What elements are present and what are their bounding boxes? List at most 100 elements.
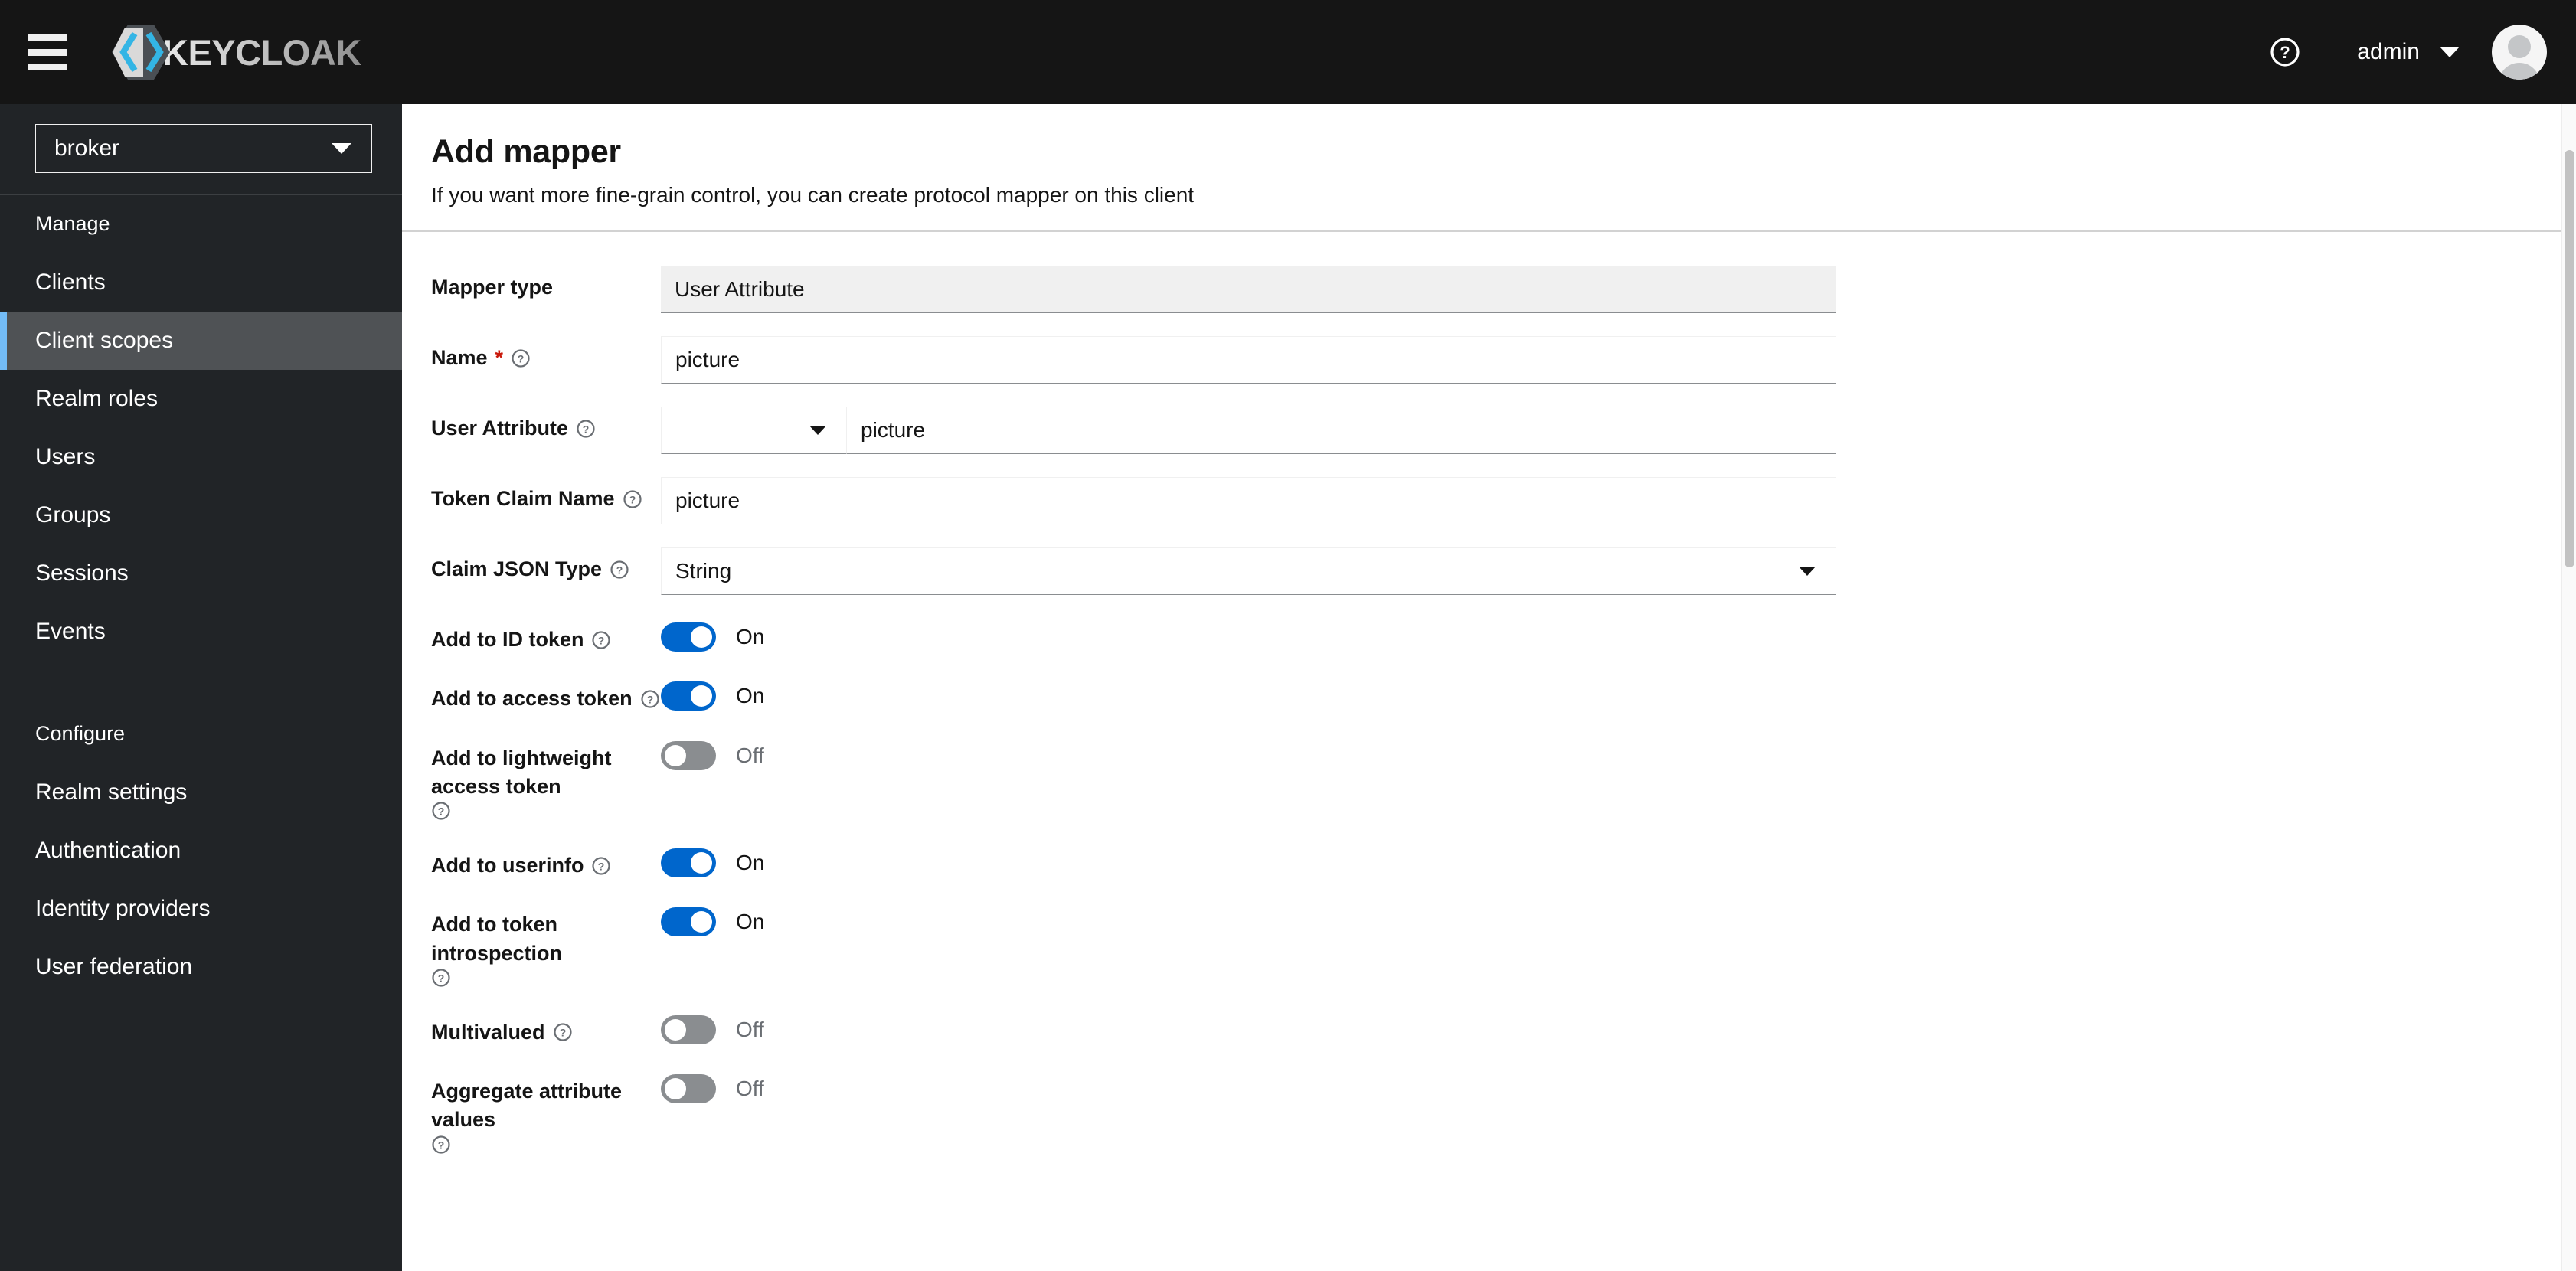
- sidebar-item-client-scopes[interactable]: Client scopes: [0, 312, 402, 370]
- add-to-token-introspection-label: Add to token introspection ?: [431, 903, 661, 988]
- sidebar-item-identity-providers[interactable]: Identity providers: [0, 880, 402, 938]
- add-to-access-token-control: On: [661, 677, 2576, 711]
- help-icon[interactable]: ?: [431, 968, 451, 988]
- user-menu-button[interactable]: admin: [2357, 39, 2460, 65]
- multivalued-switch-row: Off: [661, 1011, 764, 1044]
- help-icon[interactable]: ?: [591, 856, 611, 876]
- aggregate-attribute-values-toggle[interactable]: [661, 1074, 716, 1103]
- realm-selector[interactable]: broker: [35, 124, 372, 173]
- page-scrollbar-thumb[interactable]: [2565, 150, 2574, 567]
- toggle-knob: [665, 744, 686, 766]
- toggle-knob: [691, 626, 712, 648]
- sidebar-item-realm-roles[interactable]: Realm roles: [0, 370, 402, 428]
- aggregate-attribute-values-label: Aggregate attribute values ?: [431, 1070, 661, 1155]
- aggregate-attribute-values-control: Off: [661, 1070, 2576, 1103]
- sidebar-item-groups[interactable]: Groups: [0, 486, 402, 544]
- user-attribute-typeahead: picture: [661, 407, 1836, 454]
- user-attribute-input[interactable]: picture: [847, 407, 1836, 454]
- keycloak-logo-icon: [109, 20, 173, 84]
- form-row-add-to-token-introspection: Add to token introspection ? On: [431, 903, 2576, 988]
- user-attribute-label-text: User Attribute: [431, 417, 569, 439]
- help-icon[interactable]: ?: [623, 489, 642, 509]
- aggregate-attribute-values-state: Off: [736, 1077, 764, 1100]
- avatar-head: [2508, 35, 2531, 58]
- svg-text:?: ?: [518, 352, 525, 364]
- name-label: Name * ?: [431, 336, 661, 372]
- sidebar-item-users[interactable]: Users: [0, 428, 402, 486]
- add-to-access-token-label: Add to access token ?: [431, 677, 661, 713]
- add-to-access-token-state: On: [736, 684, 765, 708]
- multivalued-label: Multivalued ?: [431, 1011, 661, 1047]
- form-row-add-to-id-token: Add to ID token ? On: [431, 618, 2576, 654]
- hamburger-bar: [28, 48, 67, 56]
- mapper-type-label: Mapper type: [431, 266, 661, 302]
- svg-text:?: ?: [438, 972, 445, 984]
- claim-json-type-value: String: [675, 559, 732, 583]
- add-to-id-token-toggle[interactable]: [661, 622, 716, 652]
- add-to-lightweight-access-token-toggle[interactable]: [661, 740, 716, 770]
- sidebar-item-sessions[interactable]: Sessions: [0, 544, 402, 603]
- sidebar-item-authentication[interactable]: Authentication: [0, 822, 402, 880]
- mapper-type-control: User Attribute: [661, 266, 2576, 313]
- claim-json-type-select[interactable]: String: [661, 547, 1836, 595]
- help-icon[interactable]: ?: [431, 1135, 451, 1155]
- help-icon[interactable]: ?: [576, 419, 596, 439]
- help-icon[interactable]: ?: [431, 801, 451, 821]
- add-to-userinfo-control: On: [661, 844, 2576, 877]
- help-icon[interactable]: ?: [610, 560, 629, 580]
- add-to-userinfo-state: On: [736, 851, 765, 874]
- masthead: KEYCLOAK ? admin: [0, 0, 2576, 104]
- form-row-user-attribute: User Attribute ? picture: [431, 407, 2576, 454]
- help-icon[interactable]: ?: [640, 689, 660, 709]
- help-icon[interactable]: ?: [511, 348, 531, 368]
- multivalued-state: Off: [736, 1017, 764, 1041]
- page-scrollbar-track[interactable]: [2561, 104, 2576, 1271]
- sidebar-item-events[interactable]: Events: [0, 603, 402, 661]
- aggregate-attribute-values-label-text: Aggregate attribute values: [431, 1080, 623, 1132]
- main-content: Add mapper If you want more fine-grain c…: [402, 104, 2576, 1271]
- sidebar-item-clients[interactable]: Clients: [0, 253, 402, 312]
- toggle-knob: [691, 911, 712, 933]
- user-attribute-select[interactable]: [661, 407, 847, 454]
- avatar[interactable]: [2492, 25, 2547, 80]
- user-name-label: admin: [2357, 39, 2420, 64]
- form-row-add-to-userinfo: Add to userinfo ? On: [431, 844, 2576, 880]
- svg-text:?: ?: [2280, 43, 2290, 62]
- add-to-access-token-label-text: Add to access token: [431, 687, 633, 711]
- add-to-id-token-label: Add to ID token ?: [431, 618, 661, 654]
- hamburger-bar: [28, 63, 67, 70]
- brand-logo-link[interactable]: KEYCLOAK: [109, 20, 361, 84]
- add-to-access-token-switch-row: On: [661, 677, 764, 711]
- name-label-text: Name: [431, 346, 488, 369]
- form-row-name: Name * ? picture: [431, 336, 2576, 384]
- svg-text:?: ?: [559, 1027, 566, 1039]
- token-claim-name-label: Token Claim Name ?: [431, 477, 661, 513]
- add-to-userinfo-toggle[interactable]: [661, 848, 716, 877]
- realm-selector-wrap: broker: [0, 104, 402, 194]
- sidebar-item-realm-settings[interactable]: Realm settings: [0, 763, 402, 822]
- add-to-access-token-toggle[interactable]: [661, 681, 716, 711]
- name-input[interactable]: picture: [661, 336, 1836, 384]
- chevron-down-icon: [2440, 47, 2460, 57]
- sidebar-item-user-federation[interactable]: User federation: [0, 938, 402, 996]
- add-to-token-introspection-toggle[interactable]: [661, 907, 716, 937]
- help-icon[interactable]: ?: [2257, 25, 2313, 80]
- help-icon[interactable]: ?: [591, 630, 611, 650]
- multivalued-toggle[interactable]: [661, 1015, 716, 1044]
- add-to-lightweight-access-token-switch-row: Off: [661, 737, 764, 770]
- claim-json-type-label: Claim JSON Type ?: [431, 547, 661, 583]
- page-header: Add mapper If you want more fine-grain c…: [402, 104, 2576, 230]
- help-icon[interactable]: ?: [553, 1022, 573, 1042]
- masthead-actions: ? admin: [2257, 25, 2576, 80]
- claim-json-type-control: String: [661, 547, 2576, 595]
- svg-text:?: ?: [438, 1139, 445, 1151]
- form-row-mapper-type: Mapper type User Attribute: [431, 266, 2576, 313]
- toggle-knob: [691, 685, 712, 707]
- add-mapper-form: Mapper type User Attribute Name * ? pict…: [402, 232, 2576, 1155]
- page-subtitle: If you want more fine-grain control, you…: [431, 183, 1195, 207]
- add-to-id-token-state: On: [736, 625, 765, 649]
- add-to-lightweight-access-token-state: Off: [736, 743, 764, 767]
- token-claim-name-input[interactable]: picture: [661, 477, 1836, 524]
- hamburger-menu-icon[interactable]: [28, 32, 67, 72]
